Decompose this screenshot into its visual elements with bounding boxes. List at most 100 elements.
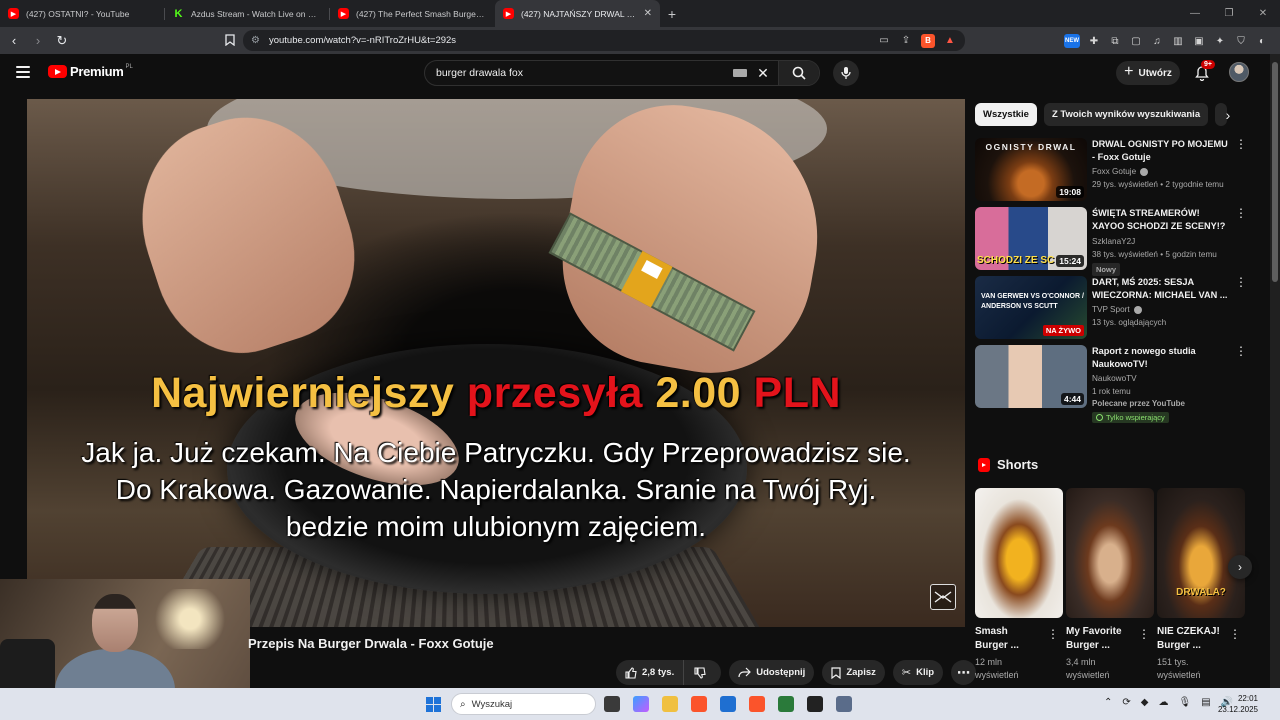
share-icon[interactable]: ⇪	[899, 34, 913, 48]
recommendation-item[interactable]: SCHODZI ZE SC 15:24 ŚWIĘTA STREAMERÓW! X…	[975, 207, 1247, 276]
notifications-button[interactable]: 9+	[1192, 60, 1215, 83]
short-thumbnail[interactable]	[1066, 488, 1154, 618]
reload-icon[interactable]: ↻	[52, 31, 72, 51]
tab-search-icon[interactable]: ⧉	[1108, 34, 1122, 48]
share-button[interactable]: Udostępnij	[729, 660, 815, 685]
task-view-icon[interactable]	[604, 696, 620, 712]
more-actions-button[interactable]: ⋯	[951, 660, 977, 685]
forward-icon[interactable]: ›	[28, 31, 48, 51]
clear-search-icon[interactable]: ✕	[756, 65, 770, 82]
back-icon[interactable]: ‹	[4, 31, 24, 51]
video-thumbnail[interactable]: SCHODZI ZE SC 15:24	[975, 207, 1087, 270]
more-vertical-icon[interactable]: ⋮	[1235, 207, 1247, 219]
more-vertical-icon[interactable]: ⋮	[1047, 628, 1059, 640]
onedrive-icon[interactable]: ☁	[1158, 697, 1168, 708]
network-icon[interactable]: ▤	[1201, 697, 1210, 708]
bookmark-icon[interactable]	[222, 31, 238, 49]
store-icon[interactable]	[720, 696, 736, 712]
new-tab-button[interactable]: +	[660, 0, 684, 27]
wallet-icon[interactable]: ▣	[1192, 34, 1206, 48]
page-scrollbar[interactable]	[1270, 54, 1280, 688]
short-item[interactable]: My Favorite Burger ... 3,4 mln wyświetle…	[1066, 488, 1154, 680]
save-button[interactable]: Zapisz	[822, 660, 885, 685]
browser-tab[interactable]: ▶ (427) The Perfect Smash Burger Recip	[330, 0, 495, 27]
chevron-up-icon[interactable]: ⌃	[1104, 697, 1112, 708]
recommendation-item[interactable]: VAN GERWEN VS O'CONNOR / ANDERSON VS SCU…	[975, 276, 1247, 344]
recommendation-title[interactable]: DRWAL OGNISTY PO MOJEMU - Foxx Gotuje	[1092, 138, 1230, 164]
close-tab-icon[interactable]: ✕	[644, 8, 652, 19]
voice-search-button[interactable]	[833, 60, 859, 86]
file-explorer-icon[interactable]	[662, 696, 678, 712]
create-button[interactable]: + Utwórz	[1116, 61, 1180, 85]
recommendation-item[interactable]: 4:44 Raport z nowego studia NaukowoTV! N…	[975, 345, 1247, 423]
brave-rewards-icon[interactable]: ▲	[943, 34, 957, 48]
sync-icon[interactable]: ⟳	[1122, 697, 1130, 708]
sidebar-icon[interactable]: ▥	[1171, 34, 1185, 48]
recommendation-title[interactable]: Raport z nowego studia NaukowoTV!	[1092, 345, 1230, 371]
brave-shields-icon[interactable]: B	[921, 33, 935, 48]
youtube-logo[interactable]: Premium PL	[48, 64, 133, 79]
address-bar[interactable]: ⚙ youtube.com/watch?v=-nRITroZrHU&t=292s…	[243, 30, 965, 51]
more-vertical-icon[interactable]: ⋮	[1235, 345, 1247, 357]
recommendation-item[interactable]: OGNISTY DRWAL 19:08 DRWAL OGNISTY PO MOJ…	[975, 138, 1247, 206]
search-button[interactable]	[778, 61, 819, 85]
video-thumbnail[interactable]: 4:44	[975, 345, 1087, 408]
recommendation-title[interactable]: ŚWIĘTA STREAMERÓW! XAYOO SCHODZI ZE SCEN…	[1092, 207, 1230, 234]
music-icon[interactable]: ♫	[1150, 34, 1164, 48]
copilot-icon[interactable]	[633, 696, 649, 712]
minimize-icon[interactable]: —	[1178, 0, 1212, 27]
video-player[interactable]: Najwierniejszy przesyła 2.00 PLN Jak ja.…	[27, 99, 965, 627]
new-extension-icon[interactable]: NEW	[1064, 34, 1080, 48]
chip-all[interactable]: Wszystkie	[975, 103, 1037, 126]
clipboard-icon[interactable]: ▢	[1129, 34, 1143, 48]
short-title[interactable]: Smash Burger ...	[975, 625, 1043, 653]
recommendation-title[interactable]: DART, MŚ 2025: SESJA WIECZORNA: MICHAEL …	[1092, 276, 1230, 302]
channel-watermark-icon[interactable]	[930, 584, 956, 610]
short-item[interactable]: Smash Burger ... 12 mln wyświetleń ⋮	[975, 488, 1063, 680]
close-window-icon[interactable]: ✕	[1246, 0, 1280, 27]
channel-name[interactable]: Foxx Gotuje	[1092, 167, 1136, 176]
short-thumbnail[interactable]	[975, 488, 1063, 618]
channel-name[interactable]: NaukowoTV	[1092, 374, 1137, 383]
ai-icon[interactable]: ✦	[1213, 34, 1227, 48]
short-title[interactable]: My Favorite Burger ...	[1066, 625, 1134, 653]
dislike-button[interactable]	[684, 660, 722, 685]
more-vertical-icon[interactable]: ⋮	[1138, 628, 1150, 640]
menu-icon[interactable]: ≡	[1276, 34, 1280, 48]
brave-icon[interactable]	[691, 696, 707, 712]
chip-from-search[interactable]: Z Twoich wyników wyszukiwania	[1043, 103, 1209, 126]
dropbox-icon[interactable]: ◆	[1141, 697, 1149, 708]
hamburger-menu-icon[interactable]	[16, 66, 30, 78]
short-thumbnail[interactable]: DRWALA?	[1157, 488, 1245, 618]
avatar[interactable]	[1229, 62, 1249, 82]
scrollbar-thumb[interactable]	[1272, 62, 1278, 282]
brave-icon[interactable]	[749, 696, 765, 712]
clip-button[interactable]: ✂ Klip	[892, 660, 944, 685]
browser-tab-active[interactable]: ▶ (427) NAJTAŃSZY DRWAL NA YO ✕	[495, 0, 660, 27]
cast-icon[interactable]: ▭	[877, 34, 891, 48]
app-icon[interactable]	[778, 696, 794, 712]
browser-tab[interactable]: K Azdus Stream - Watch Live on Kick	[165, 0, 330, 27]
vpn-icon[interactable]: ⛉	[1234, 34, 1248, 48]
more-vertical-icon[interactable]: ⋮	[1235, 276, 1247, 288]
search-input[interactable]: burger drawala fox	[425, 67, 733, 79]
windows-start-icon[interactable]	[426, 697, 441, 712]
restore-icon[interactable]: ❐	[1212, 0, 1246, 27]
channel-name[interactable]: TVP Sport	[1092, 305, 1130, 314]
short-item[interactable]: DRWALA? NIE CZEKAJ! Burger ... 151 tys. …	[1157, 488, 1245, 680]
video-thumbnail[interactable]: OGNISTY DRWAL 19:08	[975, 138, 1087, 201]
microphone-icon[interactable]: 🎙	[1178, 697, 1191, 708]
calculator-icon[interactable]	[836, 696, 852, 712]
shorts-next-button[interactable]: ›	[1228, 555, 1252, 579]
taskbar-clock[interactable]: 22:01 23.12.2025	[1218, 693, 1258, 715]
short-title[interactable]: NIE CZEKAJ! Burger ...	[1157, 625, 1225, 653]
browser-tab[interactable]: ▶ (427) OSTATNI? - YouTube	[0, 0, 165, 27]
profile-icon[interactable]: ◐	[1255, 34, 1269, 48]
video-thumbnail[interactable]: VAN GERWEN VS O'CONNOR / ANDERSON VS SCU…	[975, 276, 1087, 339]
like-button[interactable]: 2,8 tys.	[616, 660, 685, 685]
obs-icon[interactable]	[807, 696, 823, 712]
more-vertical-icon[interactable]: ⋮	[1229, 628, 1241, 640]
chevron-right-icon[interactable]: ›	[1219, 106, 1237, 124]
keyboard-icon[interactable]	[733, 69, 747, 77]
more-vertical-icon[interactable]: ⋮	[1235, 138, 1247, 150]
